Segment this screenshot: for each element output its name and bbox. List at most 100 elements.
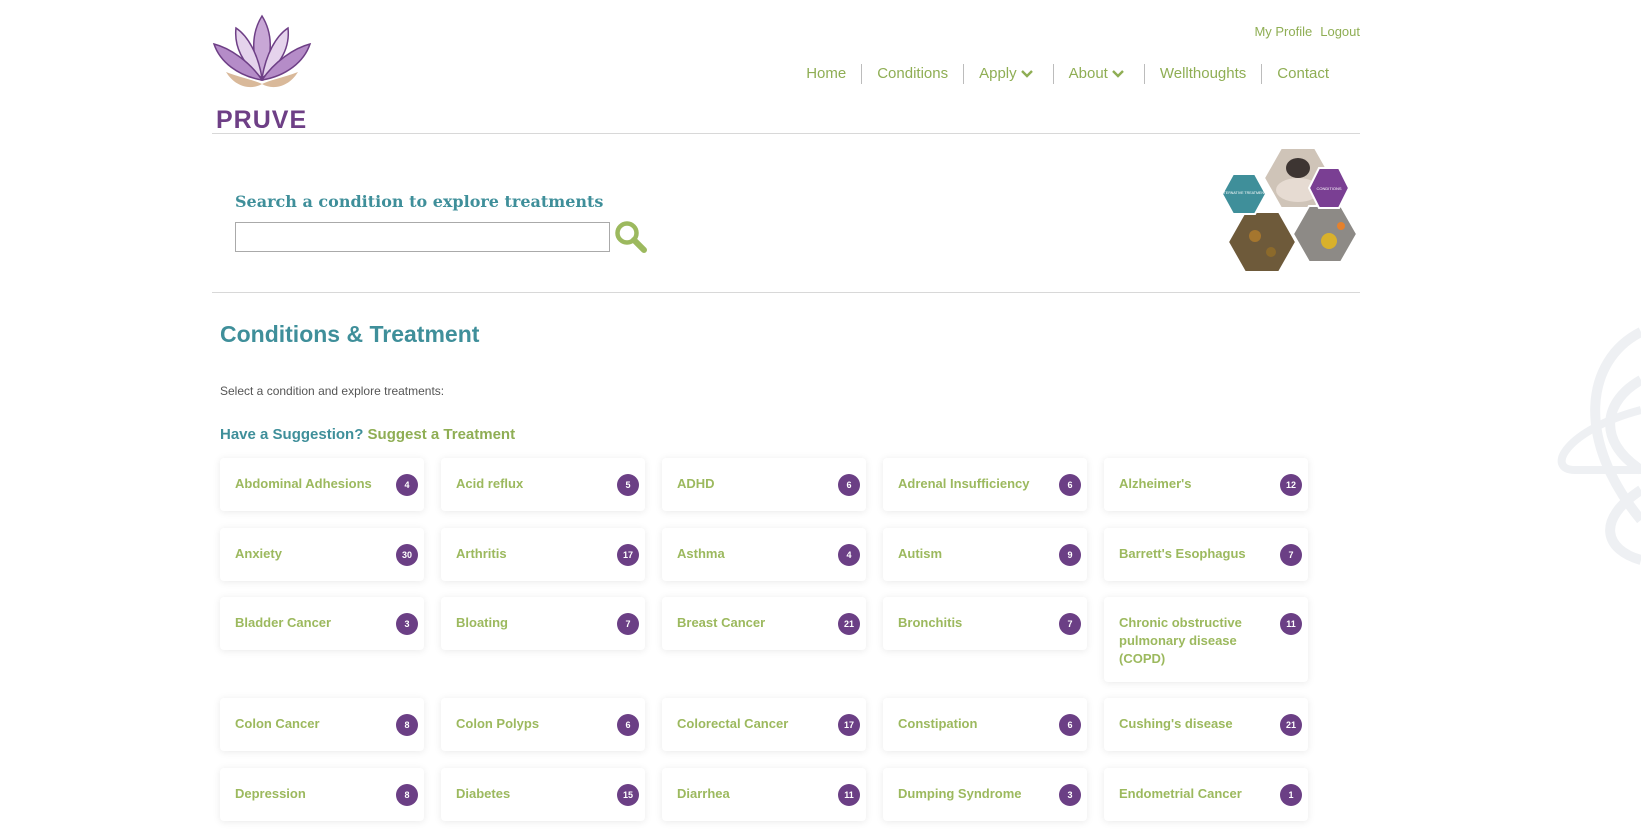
condition-name: Bladder Cancer: [235, 615, 332, 630]
condition-card[interactable]: Constipation 6: [883, 698, 1087, 751]
condition-name: Diarrhea: [677, 786, 730, 801]
treatment-count-badge: 6: [838, 474, 860, 496]
condition-card[interactable]: Arthritis 17: [441, 528, 645, 581]
condition-name: Cushing's disease: [1119, 716, 1233, 731]
treatment-count-badge: 17: [617, 544, 639, 566]
nav-contact[interactable]: Contact: [1261, 64, 1344, 84]
search-icon[interactable]: [614, 220, 648, 254]
suggestion-prefix: Have a Suggestion?: [220, 426, 364, 443]
nav-home[interactable]: Home: [791, 64, 861, 84]
treatment-count-badge: 8: [396, 714, 418, 736]
condition-card[interactable]: Depression 8: [220, 768, 424, 821]
treatment-count-badge: 1: [1280, 784, 1302, 806]
condition-name: Colorectal Cancer: [677, 716, 789, 731]
condition-name: Dumping Syndrome: [898, 786, 1022, 801]
treatment-count-badge: 9: [1059, 544, 1081, 566]
nav-wellthoughts[interactable]: Wellthoughts: [1143, 64, 1261, 84]
condition-name: Asthma: [677, 546, 725, 561]
treatment-count-badge: 8: [396, 784, 418, 806]
condition-card[interactable]: Diarrhea 11: [662, 768, 866, 821]
condition-card[interactable]: Asthma 4: [662, 528, 866, 581]
condition-card[interactable]: Cushing's disease 21: [1104, 698, 1308, 751]
decorative-lotus-icon: [1557, 327, 1641, 565]
hex-label-alt-treatments: ALTERNATIVE TREATMENTS: [1219, 191, 1269, 195]
treatment-count-badge: 11: [1280, 613, 1302, 635]
hex-label-conditions: CONDITIONS: [1316, 186, 1341, 191]
condition-name: Colon Cancer: [235, 716, 320, 731]
condition-name: Depression: [235, 786, 306, 801]
condition-card[interactable]: Autism 9: [883, 528, 1087, 581]
condition-card[interactable]: Alzheimer's 12: [1104, 458, 1308, 511]
condition-name: Constipation: [898, 716, 978, 731]
condition-name: Arthritis: [456, 546, 507, 561]
condition-name: Bloating: [456, 615, 508, 630]
search-title: Search a condition to explore treatments: [235, 192, 604, 211]
main-nav: Home Conditions Apply About Wellthoughts…: [791, 64, 1344, 84]
treatment-count-badge: 11: [838, 784, 860, 806]
search-divider: [212, 292, 1360, 293]
condition-name: Acid reflux: [456, 476, 524, 491]
treatment-count-badge: 6: [1059, 714, 1081, 736]
condition-card[interactable]: Colorectal Cancer 17: [662, 698, 866, 751]
condition-name: Diabetes: [456, 786, 511, 801]
nav-about-label: About: [1068, 65, 1108, 82]
treatment-count-badge: 17: [838, 714, 860, 736]
page: PRUVE My Profile Logout Home Conditions …: [212, 0, 1360, 829]
nav-apply[interactable]: Apply: [963, 64, 1053, 84]
treatment-count-badge: 12: [1280, 474, 1302, 496]
nav-conditions[interactable]: Conditions: [861, 64, 963, 84]
condition-card[interactable]: Anxiety 30: [220, 528, 424, 581]
treatment-count-badge: 30: [396, 544, 418, 566]
condition-card[interactable]: Endometrial Cancer 1: [1104, 768, 1308, 821]
condition-name: Anxiety: [235, 546, 282, 561]
treatment-count-badge: 21: [1280, 714, 1302, 736]
treatment-count-badge: 3: [396, 613, 418, 635]
condition-card[interactable]: Bronchitis 7: [883, 597, 1087, 650]
treatment-count-badge: 7: [1059, 613, 1081, 635]
suggest-treatment-link[interactable]: Suggest a Treatment: [368, 426, 516, 443]
nav-wellthoughts-label: Wellthoughts: [1159, 65, 1247, 82]
header-divider: [212, 133, 1360, 134]
condition-card[interactable]: Bladder Cancer 3: [220, 597, 424, 650]
treatment-count-badge: 5: [617, 474, 639, 496]
treatment-count-badge: 7: [1280, 544, 1302, 566]
condition-card[interactable]: Barrett's Esophagus 7: [1104, 528, 1308, 581]
logout-link[interactable]: Logout: [1320, 24, 1360, 39]
pruve-logo[interactable]: PRUVE: [212, 14, 312, 134]
condition-name: Colon Polyps: [456, 716, 540, 731]
condition-card[interactable]: Bloating 7: [441, 597, 645, 650]
treatment-count-badge: 15: [617, 784, 639, 806]
condition-name: Alzheimer's: [1119, 476, 1192, 491]
condition-card[interactable]: Colon Polyps 6: [441, 698, 645, 751]
nav-about[interactable]: About: [1052, 64, 1144, 84]
hexagon-collage-image: ALTERNATIVE TREATMENTS CONDITIONS: [1219, 147, 1357, 273]
chevron-down-icon: [1111, 70, 1124, 78]
nav-conditions-label: Conditions: [877, 65, 949, 82]
condition-card[interactable]: Breast Cancer 21: [662, 597, 866, 650]
condition-name: Autism: [898, 546, 943, 561]
condition-name: Breast Cancer: [677, 615, 766, 630]
condition-name: Endometrial Cancer: [1119, 786, 1242, 801]
condition-card[interactable]: Abdominal Adhesions 4: [220, 458, 424, 511]
condition-card[interactable]: Adrenal Insufficiency 6: [883, 458, 1087, 511]
intro-text: Select a condition and explore treatment…: [220, 384, 445, 398]
treatment-count-badge: 4: [396, 474, 418, 496]
treatment-count-badge: 7: [617, 613, 639, 635]
condition-search-input[interactable]: [235, 222, 610, 252]
condition-card[interactable]: Chronic obstructive pulmonary disease (C…: [1104, 597, 1308, 682]
condition-card[interactable]: ADHD 6: [662, 458, 866, 511]
suggestion-line: Have a Suggestion? Suggest a Treatment: [220, 426, 515, 443]
treatment-count-badge: 4: [838, 544, 860, 566]
condition-card[interactable]: Colon Cancer 8: [220, 698, 424, 751]
condition-name: Bronchitis: [898, 615, 963, 630]
treatment-count-badge: 3: [1059, 784, 1081, 806]
condition-name: Chronic obstructive pulmonary disease (C…: [1119, 615, 1242, 666]
nav-home-label: Home: [806, 65, 847, 82]
condition-card[interactable]: Diabetes 15: [441, 768, 645, 821]
condition-card[interactable]: Dumping Syndrome 3: [883, 768, 1087, 821]
account-links: My Profile Logout: [1254, 24, 1360, 39]
logo-wordmark: PRUVE: [216, 106, 308, 134]
condition-card[interactable]: Acid reflux 5: [441, 458, 645, 511]
condition-name: Adrenal Insufficiency: [898, 476, 1030, 491]
my-profile-link[interactable]: My Profile: [1254, 24, 1312, 39]
